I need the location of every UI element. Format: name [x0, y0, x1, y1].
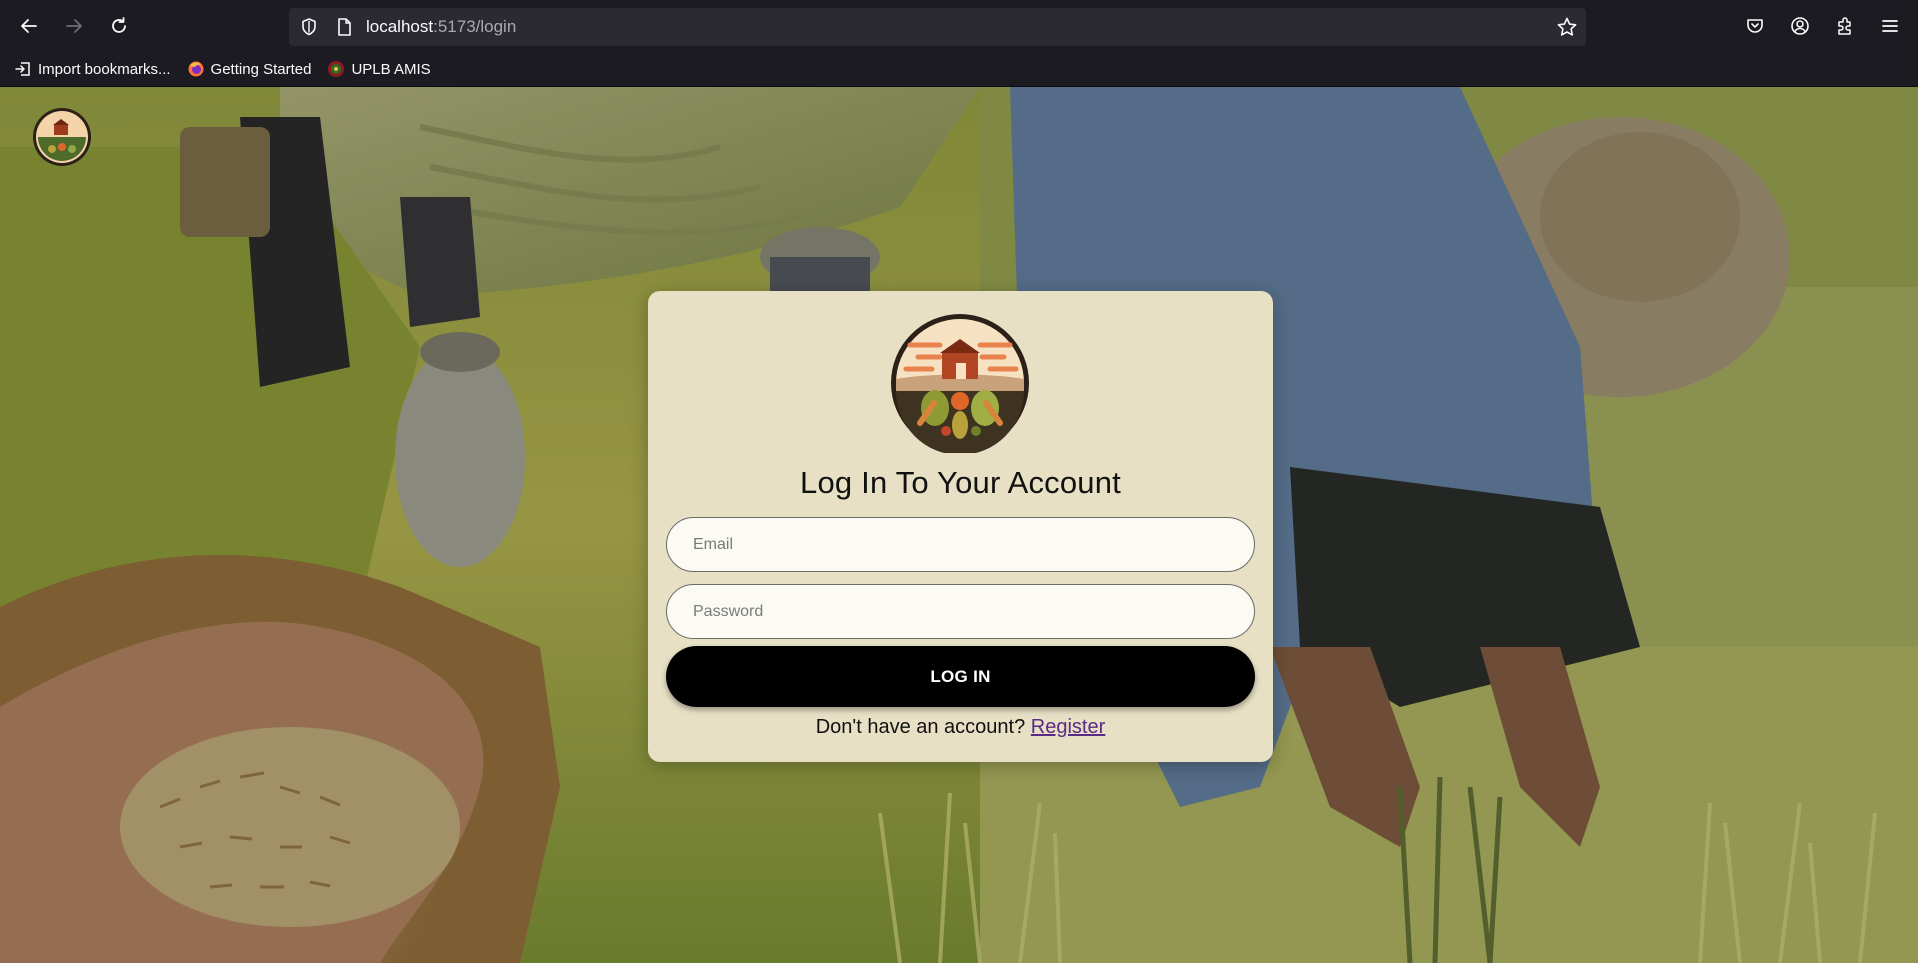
- register-link[interactable]: Register: [1031, 716, 1105, 738]
- password-input[interactable]: [666, 584, 1255, 639]
- import-icon: [15, 62, 30, 76]
- pocket-icon: [1747, 19, 1763, 33]
- account-icon: [1791, 17, 1809, 35]
- url-path: :5173/login: [433, 17, 517, 36]
- bookmark-getting-started[interactable]: Getting Started: [187, 60, 312, 78]
- register-prompt-text: Don't have an account?: [815, 716, 1026, 738]
- register-prompt-line: Don't have an account? Register: [648, 716, 1273, 739]
- reload-icon: [112, 17, 126, 33]
- bookmarks-toolbar: Import bookmarks... Getting Started UPLB…: [0, 54, 1918, 84]
- email-input[interactable]: [666, 517, 1255, 572]
- extensions-button[interactable]: [1832, 13, 1858, 39]
- page-title: Log In To Your Account: [800, 465, 1121, 500]
- bookmark-label: Getting Started: [210, 60, 312, 78]
- extensions-icon: [1838, 17, 1851, 35]
- pocket-button[interactable]: [1742, 13, 1768, 39]
- forward-button[interactable]: [57, 9, 91, 43]
- page-viewport: Log In To Your Account LOG IN Don't have…: [0, 87, 1918, 963]
- account-button[interactable]: [1787, 13, 1813, 39]
- url-text: localhost:5173/login: [366, 17, 516, 37]
- browser-chrome: localhost:5173/login Import bookmarks...…: [0, 0, 1918, 87]
- bookmark-label: UPLB AMIS: [351, 60, 431, 78]
- url-bar[interactable]: localhost:5173/login: [289, 8, 1586, 46]
- bookmark-import[interactable]: Import bookmarks...: [14, 60, 171, 78]
- uplb-icon: [328, 61, 345, 77]
- bookmark-star-icon[interactable]: [1556, 16, 1578, 38]
- bookmark-uplb-amis[interactable]: UPLB AMIS: [327, 60, 431, 78]
- back-button[interactable]: [12, 9, 46, 43]
- farm-logo-icon[interactable]: [32, 107, 92, 167]
- url-host: localhost: [366, 17, 434, 36]
- back-arrow-icon: [21, 19, 37, 33]
- menu-icon: [1882, 20, 1898, 32]
- menu-button[interactable]: [1877, 13, 1903, 39]
- reload-button[interactable]: [102, 9, 136, 43]
- bookmark-label: Import bookmarks...: [38, 60, 171, 78]
- login-button[interactable]: LOG IN: [666, 646, 1255, 707]
- page-icon[interactable]: [334, 17, 354, 37]
- shield-icon[interactable]: [299, 17, 319, 37]
- forward-arrow-icon: [66, 19, 82, 33]
- firefox-icon: [188, 61, 204, 77]
- farm-logo-icon: [891, 314, 1029, 453]
- login-card: Log In To Your Account LOG IN Don't have…: [648, 291, 1273, 762]
